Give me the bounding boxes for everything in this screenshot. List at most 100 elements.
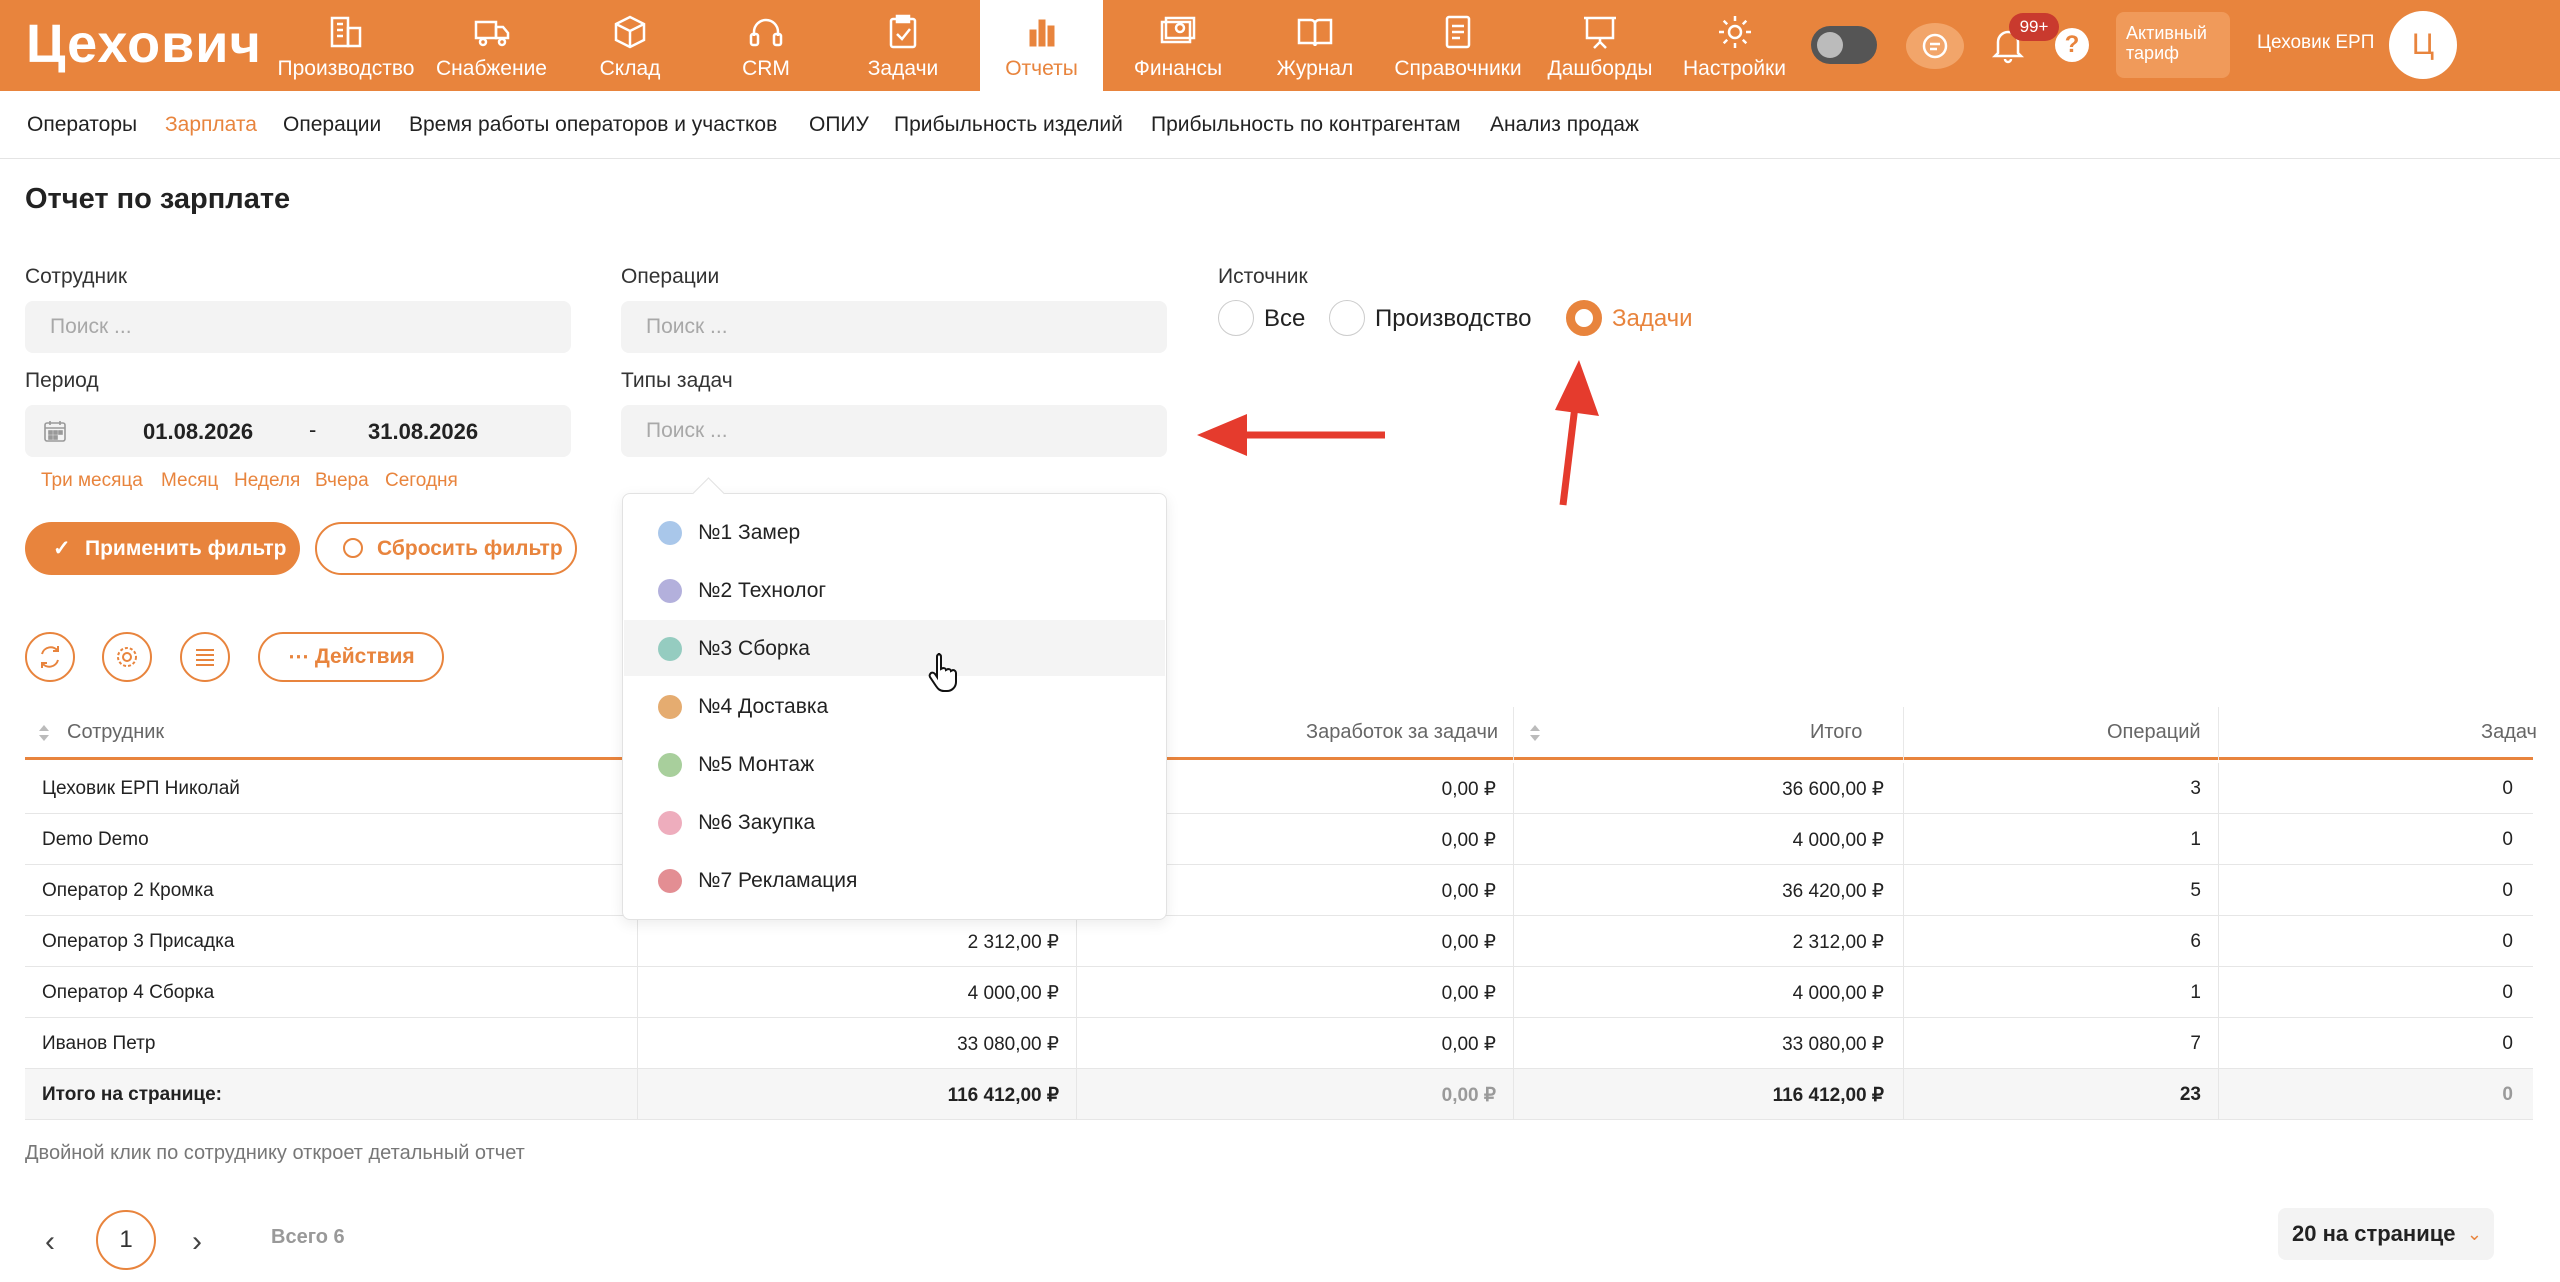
period-picker[interactable]: 01.08.2026 - 31.08.2026 bbox=[25, 405, 571, 457]
nav-journal[interactable]: Журнал bbox=[1262, 0, 1368, 91]
task-type-option[interactable]: №1 Замер bbox=[624, 504, 1165, 560]
presentation-icon bbox=[1584, 16, 1616, 49]
settings-button[interactable] bbox=[102, 632, 152, 682]
operations-search-input[interactable]: Поиск ... bbox=[621, 301, 1167, 353]
date-to[interactable]: 31.08.2026 bbox=[368, 419, 478, 445]
sort-icon[interactable] bbox=[1528, 723, 1542, 743]
quick-three-months[interactable]: Три месяца bbox=[41, 470, 143, 492]
refresh-button[interactable] bbox=[25, 632, 75, 682]
task-type-option[interactable]: №4 Доставка bbox=[624, 678, 1165, 734]
cell-tasks: 0 bbox=[2502, 880, 2513, 901]
cell-employee: Иванов Петр bbox=[42, 1033, 156, 1054]
col-task-earnings[interactable]: Заработок за задачи bbox=[1306, 721, 1498, 744]
radio-label: Задачи bbox=[1612, 305, 1693, 332]
nav-supply[interactable]: Снабжение bbox=[424, 0, 559, 91]
cell-total: 4 000,00 ₽ bbox=[1792, 830, 1884, 851]
cell-tasks: 0 bbox=[2502, 931, 2513, 952]
columns-button[interactable] bbox=[180, 632, 230, 682]
quick-today[interactable]: Сегодня bbox=[385, 470, 458, 492]
col-operations[interactable]: Операций bbox=[2107, 721, 2201, 744]
subnav-contractor-profit[interactable]: Прибыльность по контрагентам bbox=[1151, 113, 1461, 137]
table-row[interactable]: Demo Demo 0,00 ₽ 4 000,00 ₽ 1 0 bbox=[25, 814, 2533, 865]
source-radio-tasks[interactable]: Задачи bbox=[1566, 300, 1706, 336]
task-type-option[interactable]: №7 Рекламация bbox=[624, 852, 1165, 908]
date-from[interactable]: 01.08.2026 bbox=[143, 419, 253, 445]
col-total[interactable]: Итого bbox=[1810, 721, 1862, 744]
column-divider bbox=[2218, 707, 2219, 760]
clipboard-check-icon bbox=[889, 14, 917, 49]
color-dot-icon bbox=[658, 521, 682, 545]
page-title: Отчет по зарплате bbox=[25, 183, 291, 215]
sort-icon[interactable] bbox=[37, 723, 51, 743]
theme-toggle[interactable] bbox=[1811, 26, 1877, 64]
actions-button[interactable]: ⋯ Действия bbox=[258, 632, 444, 682]
reset-filter-button[interactable]: Сбросить фильтр bbox=[315, 522, 577, 575]
subnav-operators[interactable]: Операторы bbox=[27, 113, 137, 137]
quick-month[interactable]: Месяц bbox=[161, 470, 218, 492]
nav-production[interactable]: Производство bbox=[271, 0, 421, 91]
task-type-option[interactable]: №5 Монтаж bbox=[624, 736, 1165, 792]
source-radio-all[interactable]: Все bbox=[1218, 300, 1305, 336]
table-row[interactable]: Оператор 4 Сборка 4 000,00 ₽ 0,00 ₽ 4 000,0… bbox=[25, 967, 2533, 1018]
subnav-work-time[interactable]: Время работы операторов и участков bbox=[409, 113, 777, 137]
avatar[interactable]: Ц bbox=[2389, 11, 2457, 79]
nav-crm[interactable]: CRM bbox=[711, 0, 821, 91]
cell-tasks: 0 bbox=[2502, 982, 2513, 1003]
column-divider bbox=[1513, 1069, 1514, 1120]
source-radio-production[interactable]: Производство bbox=[1329, 300, 1549, 336]
nav-finance[interactable]: Финансы bbox=[1123, 0, 1233, 91]
nav-label: Финансы bbox=[1133, 57, 1223, 80]
task-type-option[interactable]: №3 Сборка bbox=[624, 620, 1165, 676]
company-name[interactable]: Цеховик ЕРП bbox=[2257, 32, 2374, 54]
subnav-product-profit[interactable]: Прибыльность изделий bbox=[894, 113, 1123, 137]
cell-operations: 1 bbox=[2190, 829, 2201, 850]
subnav-salary[interactable]: Зарплата bbox=[165, 113, 257, 137]
subnav-opiu[interactable]: ОПИУ bbox=[809, 113, 869, 137]
table-row[interactable]: Иванов Петр 33 080,00 ₽ 0,00 ₽ 33 080,00 ₽ 7… bbox=[25, 1018, 2533, 1069]
cell-employee: Оператор 3 Присадка bbox=[42, 931, 235, 952]
table-row[interactable]: Оператор 2 Кромка 0,00 ₽ 36 420,00 ₽ 5 0 bbox=[25, 865, 2533, 916]
col-tasks[interactable]: Задач bbox=[2481, 721, 2537, 744]
prev-page-button[interactable]: ‹ bbox=[45, 1225, 55, 1259]
nav-tasks[interactable]: Задачи bbox=[848, 0, 958, 91]
column-divider bbox=[1903, 814, 1904, 865]
nav-dashboards[interactable]: Дашборды bbox=[1540, 0, 1660, 91]
col-employee[interactable]: Сотрудник bbox=[67, 721, 164, 744]
per-page-select[interactable]: 20 на странице ⌄ bbox=[2278, 1208, 2494, 1260]
nav-references[interactable]: Справочники bbox=[1388, 0, 1528, 91]
hand-cursor-icon bbox=[928, 653, 957, 692]
tariff-badge[interactable]: Активный тариф bbox=[2116, 12, 2230, 78]
nav-reports[interactable]: Отчеты bbox=[980, 0, 1103, 91]
top-bar: Цехович Производство Снабжение Склад CRM… bbox=[0, 0, 2560, 91]
nav-label: Задачи bbox=[867, 57, 939, 80]
app-logo[interactable]: Цехович bbox=[26, 14, 262, 74]
chat-button[interactable] bbox=[1906, 23, 1964, 69]
cell-operations: 5 bbox=[2190, 880, 2201, 901]
column-divider bbox=[1513, 707, 1514, 760]
apply-filter-button[interactable]: ✓ Применить фильтр bbox=[25, 522, 300, 575]
task-types-search-input[interactable]: Поиск ... bbox=[621, 405, 1167, 457]
column-divider bbox=[1513, 865, 1514, 916]
employee-search-input[interactable]: Поиск ... bbox=[25, 301, 571, 353]
task-type-label: №7 Рекламация bbox=[698, 869, 858, 892]
gear-icon bbox=[117, 647, 137, 667]
chat-icon bbox=[1922, 33, 1948, 59]
subnav-operations[interactable]: Операции bbox=[283, 113, 381, 137]
table-header: Сотрудник Заработок за задачи Итого Опер… bbox=[25, 707, 2537, 760]
quick-yesterday[interactable]: Вчера bbox=[315, 470, 369, 492]
column-divider bbox=[2218, 916, 2219, 967]
current-page-button[interactable]: 1 bbox=[96, 1210, 156, 1270]
nav-settings[interactable]: Настройки bbox=[1677, 0, 1792, 91]
subnav-sales-analysis[interactable]: Анализ продаж bbox=[1490, 113, 1639, 137]
help-icon[interactable]: ? bbox=[2055, 28, 2089, 62]
nav-warehouse[interactable]: Склад bbox=[575, 0, 685, 91]
table-row[interactable]: Цеховик ЕРП Николай 0,00 ₽ 36 600,00 ₽ 3 0 bbox=[25, 763, 2533, 814]
task-type-option[interactable]: №6 Закупка bbox=[624, 794, 1165, 850]
task-type-option[interactable]: №2 Технолог bbox=[624, 562, 1165, 618]
next-page-button[interactable]: › bbox=[192, 1225, 202, 1259]
column-divider bbox=[1903, 1069, 1904, 1120]
quick-week[interactable]: Неделя bbox=[234, 470, 300, 492]
table-row[interactable]: Оператор 3 Присадка 2 312,00 ₽ 0,00 ₽ 2 312… bbox=[25, 916, 2533, 967]
period-label: Период bbox=[25, 369, 99, 392]
cell-total: 36 600,00 ₽ bbox=[1782, 779, 1884, 800]
